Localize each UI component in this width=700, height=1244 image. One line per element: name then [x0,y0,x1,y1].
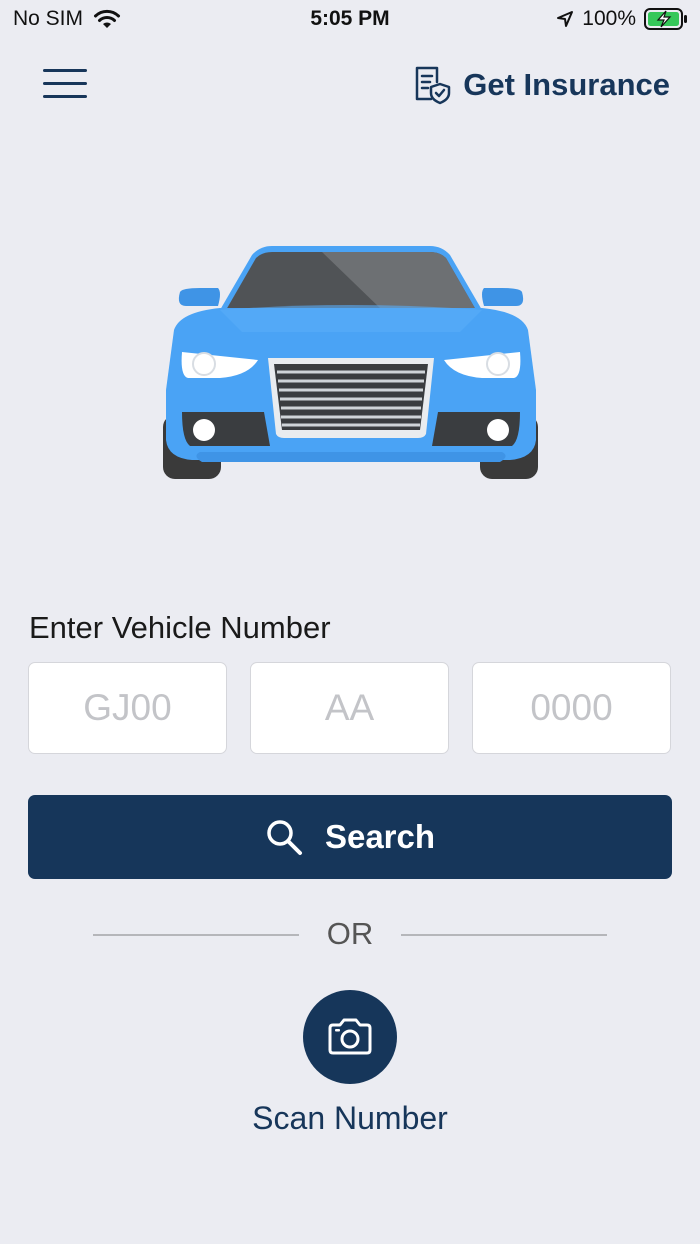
menu-button[interactable] [43,67,89,101]
divider-line-right [401,934,607,936]
scan-number-label[interactable]: Scan Number [0,1100,700,1137]
battery-percent: 100% [582,7,636,30]
car-illustration [163,246,538,479]
app-screen: No SIM 5:05 PM 100% Get Insurance Enter … [0,0,700,1244]
search-label: Search [324,818,436,855]
state-code-input[interactable] [28,662,227,754]
number-input[interactable] [472,662,671,754]
vehicle-number-label: Enter Vehicle Number [29,610,331,645]
location-arrow-icon [557,11,574,27]
get-insurance-label: Get Insurance [463,67,670,102]
search-icon [267,820,302,855]
camera-icon [328,1018,372,1055]
hamburger-line [43,82,87,85]
status-right: 100% [556,7,688,31]
or-divider: OR [0,912,700,958]
vehicle-number-inputs [28,662,672,754]
hamburger-menu-icon [43,69,87,72]
search-button[interactable]: Search [28,795,672,879]
scan-camera-button[interactable] [303,990,397,1084]
get-insurance-button[interactable]: Get Insurance [411,62,670,108]
series-input[interactable] [250,662,449,754]
hamburger-line [43,95,87,98]
insurance-document-shield-icon [416,66,451,105]
status-bar: No SIM 5:05 PM 100% [0,0,700,40]
battery-charging-icon [644,8,687,30]
